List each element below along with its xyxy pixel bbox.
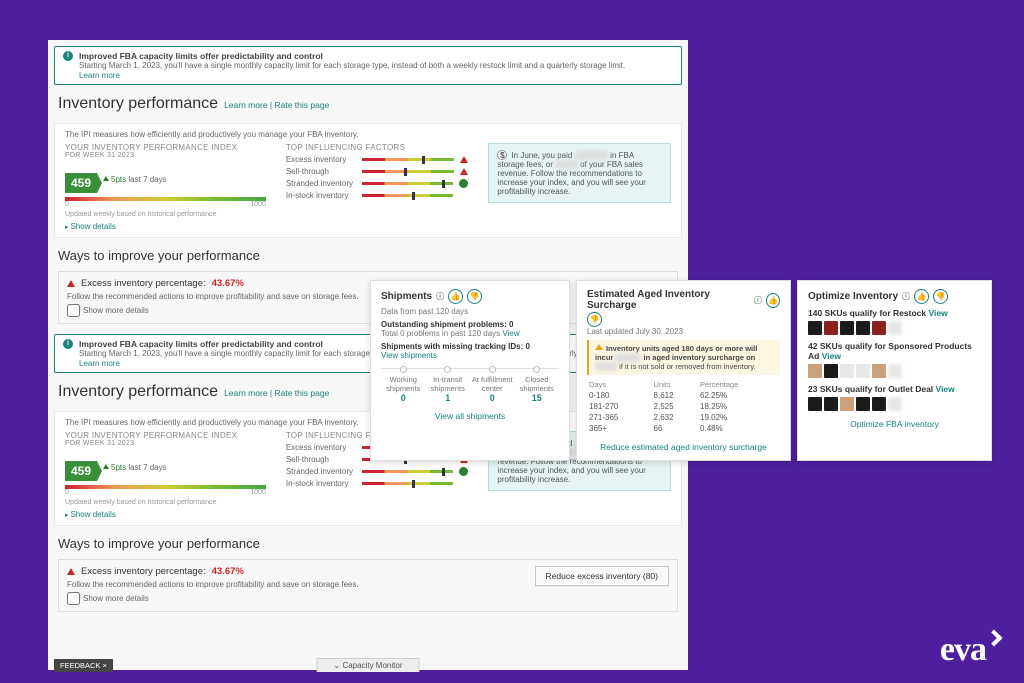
- factor-sellthrough: Sell-through: [286, 167, 469, 176]
- page-title-text: Inventory performance: [58, 95, 218, 113]
- outlet-thumbnails: [808, 397, 981, 411]
- ipi-score: 459: [65, 173, 97, 193]
- excess-percentage: 43.67%: [212, 278, 244, 289]
- thumbs-up-icon[interactable]: 👍: [766, 293, 780, 308]
- thumbs-down-icon[interactable]: 👎: [587, 312, 602, 327]
- info-icon: i: [63, 51, 73, 61]
- aged-warning: Inventory units aged 180 days or more wi…: [587, 340, 780, 375]
- shipment-problems: Outstanding shipment problems: 0: [381, 320, 559, 329]
- banner-learn-link[interactable]: Learn more: [79, 71, 120, 80]
- aged-title: Estimated Aged Inventory Surcharge: [587, 289, 750, 311]
- learn-more-link[interactable]: Learn more: [224, 388, 267, 398]
- shipments-card: Shipments ⓘ 👍 👎 Data from past 120 days …: [370, 280, 570, 461]
- more-details-toggle[interactable]: Show more details: [67, 306, 149, 315]
- ipi-bar: [65, 197, 266, 201]
- ipi-week: FOR WEEK 31 2023: [65, 152, 266, 159]
- banner-learn-link[interactable]: Learn more: [79, 359, 120, 368]
- view-shipments-link[interactable]: View shipments: [381, 351, 437, 360]
- thumbs-up-icon[interactable]: 👍: [914, 289, 929, 304]
- ipi-intro: The IPI measures how efficiently and pro…: [65, 130, 671, 139]
- reduce-excess-button[interactable]: Reduce excess inventory (80): [535, 566, 669, 586]
- aged-inventory-card: Estimated Aged Inventory Surcharge ⓘ 👍 👎…: [576, 280, 791, 461]
- optimize-inventory-card: Optimize Inventory ⓘ 👍 👎 140 SKUs qualif…: [797, 280, 992, 461]
- factor-instock: In-stock inventory: [286, 191, 469, 200]
- feedback-tab[interactable]: FEEDBACK ×: [54, 659, 113, 672]
- warning-icon: [460, 168, 468, 175]
- improve-title: Ways to improve your performance: [48, 244, 688, 267]
- shipments-title: Shipments: [381, 291, 432, 302]
- shipments-sub: Data from past 120 days: [381, 307, 559, 316]
- view-sponsored-link[interactable]: View: [822, 351, 841, 361]
- ipi-updated: Updated weekly based on historical perfo…: [65, 211, 266, 218]
- reduce-aged-link[interactable]: Reduce estimated aged inventory surcharg…: [587, 442, 780, 452]
- view-restock-link[interactable]: View: [928, 308, 947, 318]
- warning-icon: [67, 280, 75, 287]
- show-details-link[interactable]: Show details: [65, 510, 116, 519]
- shipments-pipeline: Working shipments0 In-transit shipments1…: [381, 366, 559, 403]
- missing-tracking: Shipments with missing tracking IDs: 0: [381, 342, 559, 351]
- eva-logo: eva: [940, 631, 1000, 669]
- sponsored-sku-line: 42 SKUs qualify for Sponsored Products A…: [808, 341, 981, 361]
- outlet-sku-line: 23 SKUs qualify for Outlet Deal View: [808, 384, 981, 394]
- more-details-toggle[interactable]: Show more details: [67, 594, 149, 603]
- ipi-trend: 5pts last 7 days: [103, 175, 167, 184]
- rate-page-link[interactable]: Rate this page: [274, 100, 329, 110]
- thumbs-down-icon[interactable]: 👎: [933, 289, 948, 304]
- show-details-link[interactable]: Show details: [65, 222, 116, 231]
- capacity-banner: i Improved FBA capacity limits offer pre…: [54, 46, 682, 85]
- warning-icon: [460, 156, 468, 163]
- capacity-monitor-toggle[interactable]: Capacity Monitor: [317, 658, 420, 672]
- view-problems-link[interactable]: View: [502, 329, 519, 338]
- fee-callout: $In June, you paid XXXX in FBA storage f…: [488, 143, 671, 203]
- aged-updated: Last updated July 30, 2023: [587, 327, 780, 336]
- ipi-label: YOUR INVENTORY PERFORMANCE INDEX: [65, 143, 266, 152]
- optimize-fba-link[interactable]: Optimize FBA inventory: [808, 419, 981, 429]
- optimize-title: Optimize Inventory: [808, 291, 898, 302]
- excess-card: Excess inventory percentage: 43.67% Foll…: [58, 559, 678, 612]
- restock-sku-line: 140 SKUs qualify for Restock View: [808, 308, 981, 318]
- page-title: Inventory performance Learn more | Rate …: [48, 91, 688, 117]
- thumbs-down-icon[interactable]: 👎: [467, 289, 482, 304]
- warning-icon: [595, 344, 603, 350]
- ipi-card: The IPI measures how efficiently and pro…: [54, 123, 682, 238]
- info-icon: i: [63, 339, 73, 349]
- banner-title: Improved FBA capacity limits offer predi…: [79, 51, 625, 61]
- restock-thumbnails: [808, 321, 981, 335]
- factors-label: TOP INFLUENCING FACTORS: [286, 143, 469, 152]
- rate-page-link[interactable]: Rate this page: [274, 388, 329, 398]
- view-all-shipments-link[interactable]: View all shipments: [381, 411, 559, 421]
- excess-label: Excess inventory percentage:: [81, 278, 206, 289]
- view-outlet-link[interactable]: View: [936, 384, 955, 394]
- dollar-icon: $: [497, 150, 507, 160]
- detail-cards-row: Shipments ⓘ 👍 👎 Data from past 120 days …: [370, 280, 992, 461]
- learn-more-link[interactable]: Learn more: [224, 100, 267, 110]
- factor-excess: Excess inventory: [286, 155, 469, 164]
- sponsored-thumbnails: [808, 364, 981, 378]
- thumbs-up-icon[interactable]: 👍: [448, 289, 463, 304]
- ok-icon: [459, 179, 468, 188]
- aged-table: DaysUnitsPercentage 0-1808,61262.25% 181…: [587, 379, 780, 434]
- factor-stranded: Stranded inventory: [286, 179, 469, 188]
- banner-body: Starting March 1, 2023, you'll have a si…: [79, 61, 625, 70]
